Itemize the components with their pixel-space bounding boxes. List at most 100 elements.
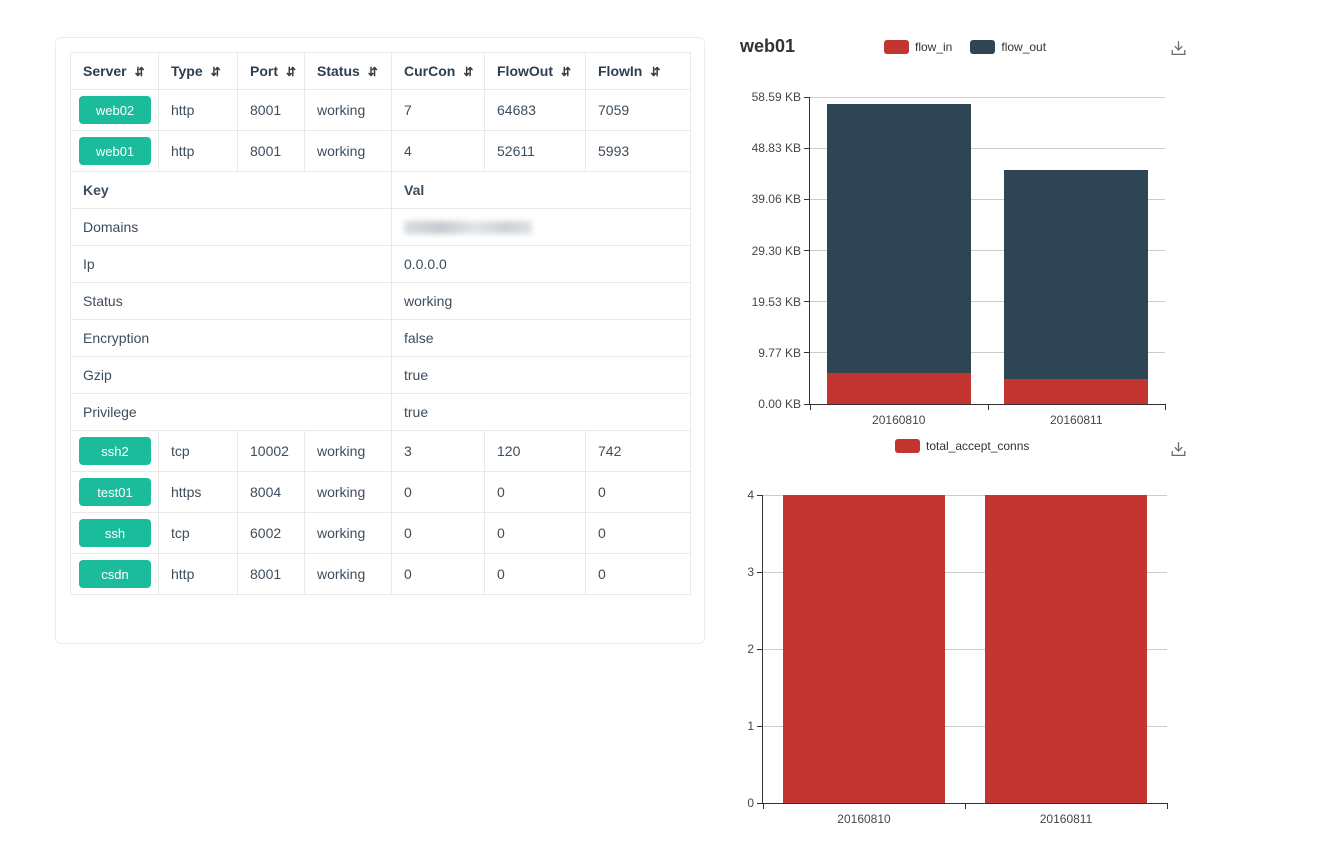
sort-icon[interactable]: ⇵ [463,65,472,79]
sort-icon[interactable]: ⇵ [650,65,659,79]
type-cell: http [159,131,238,172]
detail-key-cell: Ip [71,246,392,283]
server-name-cell: ssh2 [71,431,159,472]
legend-item-flow_in[interactable]: flow_in [884,40,952,54]
server-table: Server⇵Type⇵Port⇵Status⇵CurCon⇵FlowOut⇵F… [70,52,691,595]
sort-icon[interactable]: ⇵ [368,65,377,79]
server-button-csdn[interactable]: csdn [79,560,151,588]
server-button-test01[interactable]: test01 [79,478,151,506]
legend-item-flow_out[interactable]: flow_out [970,40,1046,54]
curcon-cell: 0 [392,472,485,513]
y-axis-line [762,495,763,803]
save-as-image-icon[interactable] [1169,440,1188,459]
server-name-cell: csdn [71,554,159,595]
bar-flow_in-20160810[interactable] [827,373,971,404]
status-cell: working [305,431,392,472]
bar-flow_out-20160811[interactable] [1004,170,1148,379]
detail-row-domains: Domains [71,209,691,246]
x-axis-tick [810,405,811,410]
y-axis-label: 2 [644,642,754,656]
detail-header-row: KeyVal [71,172,691,209]
detail-row-encryption: Encryptionfalse [71,320,691,357]
y-axis-label: 3 [644,565,754,579]
sort-icon[interactable]: ⇵ [211,65,220,79]
x-axis-tick [763,804,764,809]
curcon-cell: 7 [392,90,485,131]
server-name-cell: web02 [71,90,159,131]
column-header-flowin[interactable]: FlowIn ⇵ [586,53,691,90]
column-header-label: Type [171,63,203,79]
x-axis-tick [1165,405,1166,410]
detail-row-privilege: Privilegetrue [71,394,691,431]
column-header-label: FlowIn [598,63,642,79]
flowin-cell: 742 [586,431,691,472]
column-header-status[interactable]: Status⇵ [305,53,392,90]
x-axis-tick [988,405,989,410]
column-header-port[interactable]: Port ⇵ [238,53,305,90]
type-cell: https [159,472,238,513]
gridline [810,97,1165,98]
flowin-cell: 7059 [586,90,691,131]
y-axis-label: 0.00 KB [691,397,801,411]
flowout-cell: 52611 [485,131,586,172]
legend-swatch [884,40,909,54]
detail-row-ip: Ip0.0.0.0 [71,246,691,283]
y-axis-label: 39.06 KB [691,192,801,206]
column-header-label: Server [83,63,127,79]
y-axis-label: 1 [644,719,754,733]
flowin-cell: 5993 [586,131,691,172]
domains-value-redacted [404,221,532,234]
chart-title: web01 [740,36,795,57]
server-table-head: Server⇵Type⇵Port⇵Status⇵CurCon⇵FlowOut⇵F… [71,53,691,90]
bar-flow_in-20160811[interactable] [1004,379,1148,404]
server-name-cell: test01 [71,472,159,513]
flowout-cell: 64683 [485,90,586,131]
type-cell: http [159,554,238,595]
detail-val-cell: true [392,357,691,394]
column-header-server[interactable]: Server ⇵ [71,53,159,90]
y-axis-label: 48.83 KB [691,141,801,155]
server-button-web01[interactable]: web01 [79,137,151,165]
detail-row-gzip: Gziptrue [71,357,691,394]
curcon-cell: 0 [392,513,485,554]
detail-val-cell: 0.0.0.0 [392,246,691,283]
detail-key-cell: Gzip [71,357,392,394]
curcon-cell: 0 [392,554,485,595]
save-as-image-icon[interactable] [1169,39,1188,58]
port-cell: 10002 [238,431,305,472]
sort-icon[interactable]: ⇵ [135,65,144,79]
column-header-type[interactable]: Type ⇵ [159,53,238,90]
bar-total_accept_conns-20160810[interactable] [783,495,945,803]
legend-swatch [895,439,920,453]
table-row-server-ssh2: ssh2tcp10002working3120742 [71,431,691,472]
x-axis-tick [1167,804,1168,809]
y-axis-label: 9.77 KB [691,346,801,360]
y-axis-label: 29.30 KB [691,244,801,258]
sort-icon[interactable]: ⇵ [561,65,570,79]
type-cell: http [159,90,238,131]
port-cell: 8004 [238,472,305,513]
chart2-plot: 012342016081020160811 [763,495,1167,803]
detail-val-cell: working [392,283,691,320]
column-header-label: Port [250,63,278,79]
bar-flow_out-20160810[interactable] [827,104,971,373]
legend-item-total_accept_conns[interactable]: total_accept_conns [895,439,1029,453]
sort-icon[interactable]: ⇵ [286,65,295,79]
bar-total_accept_conns-20160811[interactable] [985,495,1147,803]
detail-val-cell: true [392,394,691,431]
server-button-ssh[interactable]: ssh [79,519,151,547]
detail-key-cell: Encryption [71,320,392,357]
curcon-cell: 4 [392,131,485,172]
server-name-cell: ssh [71,513,159,554]
chart1-plot: 0.00 KB9.77 KB19.53 KB29.30 KB39.06 KB48… [810,97,1165,404]
server-table-body: web02http8001working7646837059web01http8… [71,90,691,595]
y-axis-label: 58.59 KB [691,90,801,104]
status-cell: working [305,513,392,554]
flowout-cell: 0 [485,513,586,554]
server-button-web02[interactable]: web02 [79,96,151,124]
server-button-ssh2[interactable]: ssh2 [79,437,151,465]
column-header-flowout[interactable]: FlowOut⇵ [485,53,586,90]
x-axis-label: 20160811 [1050,413,1103,427]
column-header-curcon[interactable]: CurCon⇵ [392,53,485,90]
detail-key-header: Key [71,172,392,209]
